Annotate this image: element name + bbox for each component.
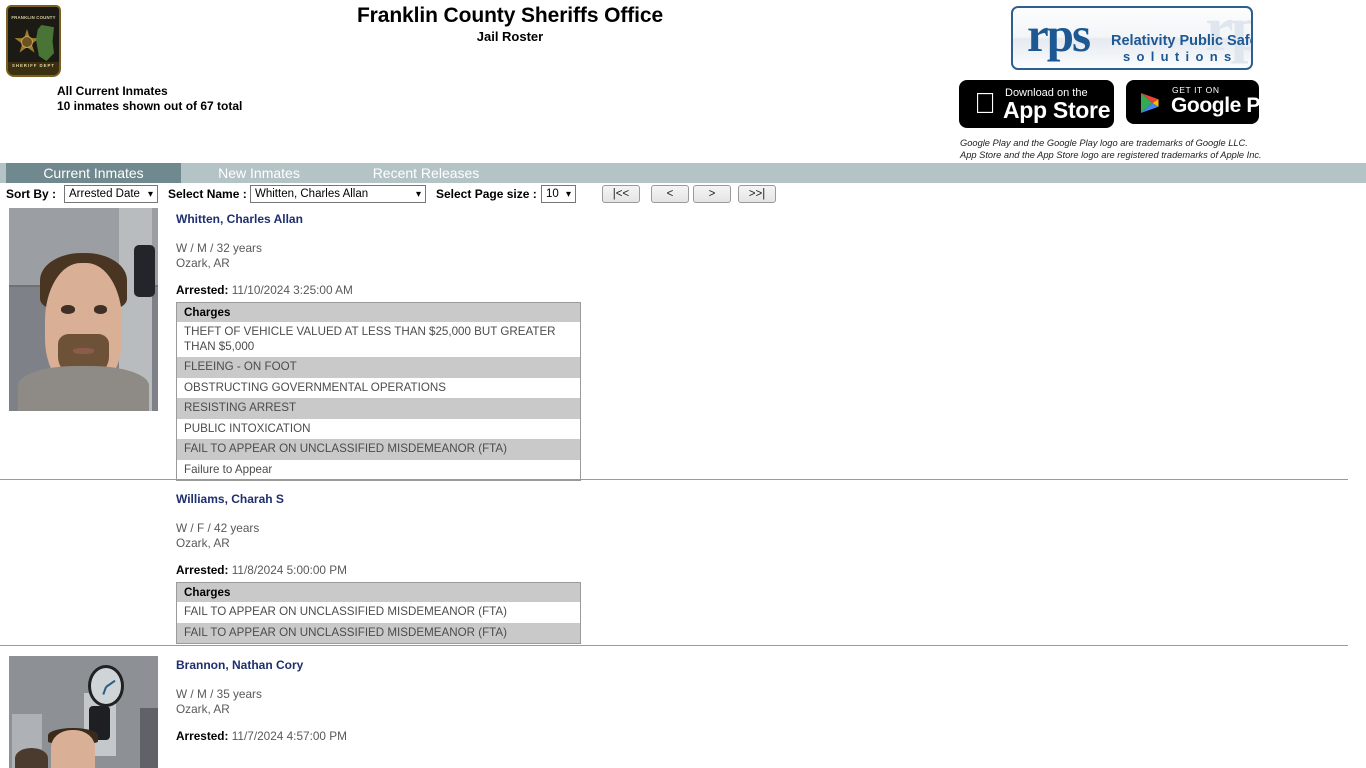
google-play-button[interactable]: GET IT ON Google Play	[1126, 80, 1259, 124]
tab-new-inmates[interactable]: New Inmates	[192, 163, 326, 183]
google-play-big-label: Google Play	[1171, 94, 1259, 117]
rps-logo-mark: rps	[1027, 7, 1091, 62]
arrested-datetime: 11/8/2024 5:00:00 PM	[231, 563, 347, 577]
inmate-mugshot-brannon[interactable]	[9, 656, 158, 768]
select-name-label: Select Name :	[168, 187, 247, 201]
sort-by-label: Sort By :	[6, 187, 57, 201]
charge-row: FAIL TO APPEAR ON UNCLASSIFIED MISDEMEAN…	[176, 602, 581, 623]
inmate-location: Ozark, AR	[176, 535, 230, 550]
charge-row: THEFT OF VEHICLE VALUED AT LESS THAN $25…	[176, 322, 581, 357]
rps-logo-line-1: Relativity Public Safety	[1111, 33, 1251, 49]
page-size-label: Select Page size :	[436, 187, 537, 201]
roster-summary-line-1: All Current Inmates	[57, 84, 168, 98]
page-size-select[interactable]: 10 ▾	[541, 185, 576, 203]
inmate-arrested-line: Arrested: 11/7/2024 4:57:00 PM	[176, 729, 347, 743]
sort-by-value: Arrested Date	[69, 188, 140, 200]
inmate-location: Ozark, AR	[176, 701, 230, 716]
charges-table: Charges THEFT OF VEHICLE VALUED AT LESS …	[176, 302, 581, 481]
inmate-race-sex-age: W / M / 35 years	[176, 687, 262, 701]
charge-row: OBSTRUCTING GOVERNMENTAL OPERATIONS	[176, 377, 581, 398]
page-subtitle: Jail Roster	[476, 29, 544, 44]
trademark-notice: Google Play and the Google Play logo are…	[960, 138, 1262, 161]
google-play-icon	[1138, 91, 1162, 115]
inmate-location: Ozark, AR	[176, 255, 230, 270]
arrested-label: Arrested:	[176, 563, 229, 577]
chevron-down-icon: ▾	[565, 189, 571, 200]
inmate-demographics: W / M / 35 years Ozark, AR	[176, 687, 347, 716]
charges-column-header: Charges	[176, 302, 581, 322]
arrested-datetime: 11/10/2024 3:25:00 AM	[231, 283, 353, 297]
charge-row: FAIL TO APPEAR ON UNCLASSIFIED MISDEMEAN…	[176, 439, 581, 460]
first-page-button[interactable]: |<<	[602, 185, 640, 203]
sort-by-select[interactable]: Arrested Date ▾	[64, 185, 158, 203]
inmate-details: Williams, Charah S W / F / 42 years Ozar…	[176, 490, 581, 644]
inmate-name-link[interactable]: Brannon, Nathan Cory	[176, 658, 303, 672]
chevron-down-icon: ▾	[415, 189, 421, 200]
trademark-line-2: App Store and the App Store logo are reg…	[960, 149, 1262, 160]
badge-bottom-text: SHERIFF DEPT	[11, 63, 56, 68]
charge-row: RESISTING ARREST	[176, 398, 581, 419]
inmate-arrested-line: Arrested: 11/8/2024 5:00:00 PM	[176, 563, 581, 577]
roster-tab-bar: Current Inmates New Inmates Recent Relea…	[0, 163, 1366, 183]
last-page-button[interactable]: >>|	[738, 185, 776, 203]
previous-page-button[interactable]: <	[651, 185, 689, 203]
arrested-label: Arrested:	[176, 729, 229, 743]
chevron-down-icon: ▾	[147, 189, 153, 200]
inmate-name-link[interactable]: Williams, Charah S	[176, 492, 284, 506]
rps-logo-line-2: solutions	[1123, 49, 1238, 64]
inmate-name-link[interactable]: Whitten, Charles Allan	[176, 212, 303, 226]
roster-summary-line-2: 10 inmates shown out of 67 total	[57, 99, 243, 113]
page-title: Franklin County Sheriffs Office	[356, 4, 664, 27]
rps-brand-logo[interactable]: rps rps Relativity Public Safety solutio…	[1011, 6, 1253, 70]
charge-row: FLEEING - ON FOOT	[176, 357, 581, 378]
next-page-button[interactable]: >	[693, 185, 731, 203]
tab-recent-releases[interactable]: Recent Releases	[345, 163, 507, 183]
inmate-demographics: W / M / 32 years Ozark, AR	[176, 241, 581, 270]
inmate-arrested-line: Arrested: 11/10/2024 3:25:00 AM	[176, 283, 581, 297]
inmate-record: Williams, Charah S W / F / 42 years Ozar…	[0, 480, 1366, 646]
trademark-line-1: Google Play and the Google Play logo are…	[960, 138, 1248, 148]
app-store-big-label: App Store	[1003, 97, 1111, 123]
charges-table: Charges FAIL TO APPEAR ON UNCLASSIFIED M…	[176, 582, 581, 644]
charge-row: PUBLIC INTOXICATION	[176, 418, 581, 439]
apple-logo-icon: 	[972, 89, 998, 119]
page-header: FRANKLIN COUNTY SHERIFF DEPT Franklin Co…	[0, 0, 1366, 163]
roster-summary: All Current Inmates 10 inmates shown out…	[57, 84, 242, 114]
charge-row: Failure to Appear	[176, 459, 581, 481]
tab-current-inmates[interactable]: Current Inmates	[6, 163, 181, 183]
inmate-record: Whitten, Charles Allan W / M / 32 years …	[0, 205, 1366, 481]
arrested-datetime: 11/7/2024 4:57:00 PM	[231, 729, 347, 743]
inmate-mugshot-whitten[interactable]	[9, 208, 158, 411]
inmate-details: Whitten, Charles Allan W / M / 32 years …	[176, 210, 581, 481]
inmate-race-sex-age: W / M / 32 years	[176, 241, 262, 255]
page-size-value: 10	[546, 188, 559, 200]
charge-row: FAIL TO APPEAR ON UNCLASSIFIED MISDEMEAN…	[176, 622, 581, 644]
select-name-value: Whitten, Charles Allan	[255, 188, 369, 200]
arrested-label: Arrested:	[176, 283, 229, 297]
page-title-block: Franklin County Sheriffs Office Jail Ros…	[0, 4, 1020, 46]
charges-column-header: Charges	[176, 582, 581, 602]
select-name-select[interactable]: Whitten, Charles Allan ▾	[250, 185, 426, 203]
inmate-details: Brannon, Nathan Cory W / M / 35 years Oz…	[176, 656, 347, 743]
inmate-race-sex-age: W / F / 42 years	[176, 521, 260, 535]
inmate-record: Brannon, Nathan Cory W / M / 35 years Oz…	[0, 646, 1366, 768]
inmate-roster-list: Whitten, Charles Allan W / M / 32 years …	[0, 205, 1366, 768]
inmate-demographics: W / F / 42 years Ozark, AR	[176, 521, 581, 550]
roster-control-bar: Sort By : Arrested Date ▾ Select Name : …	[0, 183, 1366, 205]
app-store-button[interactable]:  Download on the App Store	[959, 80, 1114, 128]
